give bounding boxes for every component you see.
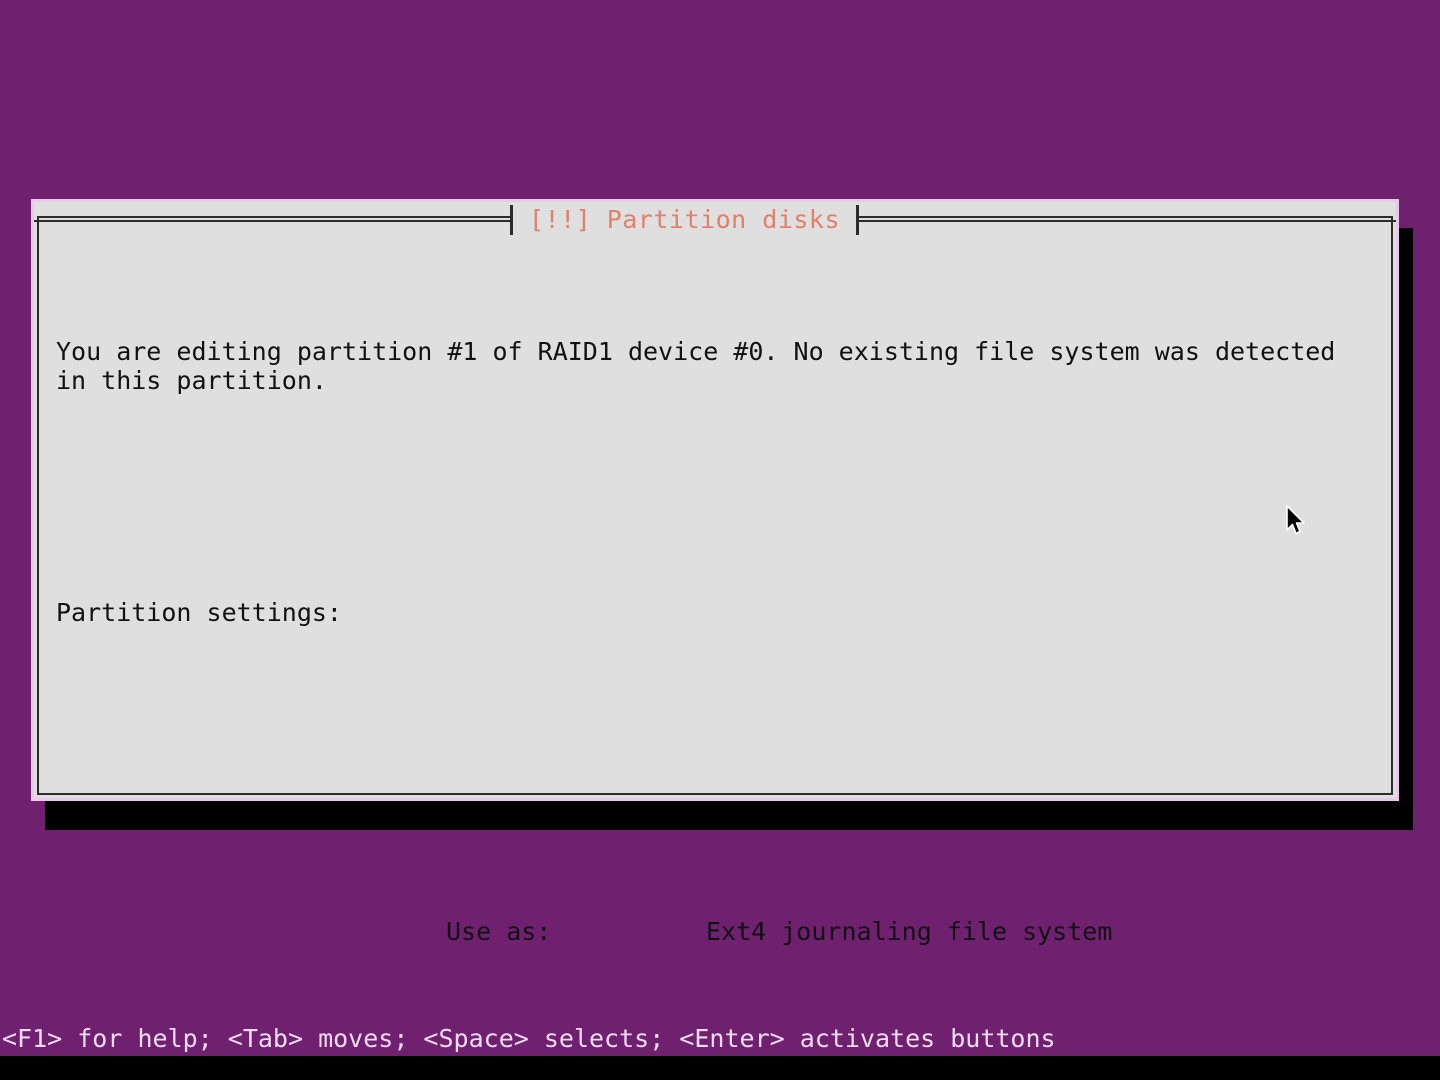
bottom-letterbox (0, 1056, 1440, 1080)
help-bar: <F1> for help; <Tab> moves; <Space> sele… (2, 1024, 1056, 1053)
setting-row-use-as[interactable]: Use as: Ext4 journaling file system (446, 917, 1112, 946)
partition-disks-dialog: [!!] Partition disks You are editing par… (31, 199, 1399, 946)
setting-value-use-as: Ext4 journaling file system (706, 917, 1113, 946)
arrow-pointer-icon (1286, 505, 1308, 539)
installer-screen: [!!] Partition disks You are editing par… (0, 0, 1440, 1080)
dialog-content: You are editing partition #1 of RAID1 de… (34, 202, 1396, 946)
intro-paragraph: You are editing partition #1 of RAID1 de… (56, 337, 1351, 395)
setting-label-use-as: Use as: (446, 917, 552, 946)
settings-heading: Partition settings: (56, 598, 342, 627)
